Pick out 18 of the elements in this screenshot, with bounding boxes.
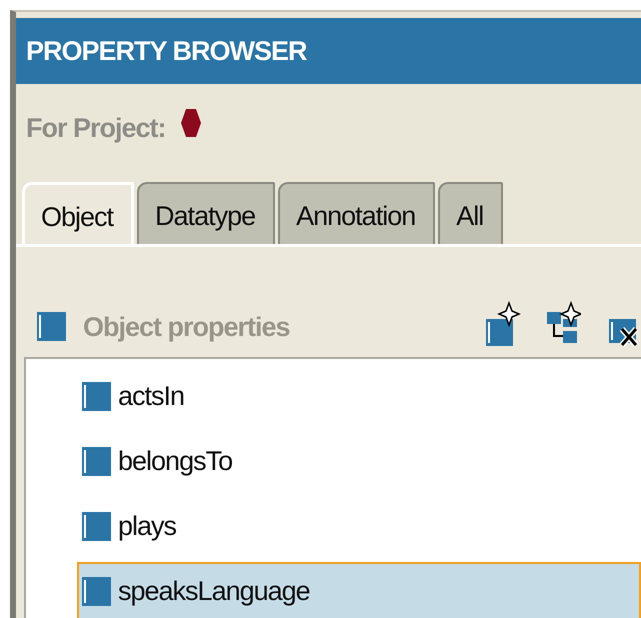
property-item[interactable]: speaksLanguage <box>77 562 641 618</box>
property-icon <box>81 576 112 606</box>
property-item[interactable]: belongsTo <box>77 432 641 490</box>
tab[interactable]: Datatype <box>137 182 276 244</box>
tab[interactable]: All <box>438 182 504 244</box>
section-title: Object properties <box>83 310 290 344</box>
panel-title: PROPERTY BROWSER <box>16 18 641 84</box>
tab[interactable]: Annotation <box>278 182 436 244</box>
project-icon <box>180 108 202 138</box>
property-item[interactable]: plays <box>77 497 641 555</box>
tab[interactable]: Object <box>22 182 134 244</box>
property-item[interactable]: actsIn <box>77 367 641 425</box>
property-icon <box>81 446 112 476</box>
property-icon <box>81 380 112 412</box>
add-property-icon[interactable] <box>485 301 521 347</box>
property-icon <box>36 311 67 342</box>
project-label: For Project: <box>26 112 166 145</box>
property-icon <box>81 510 112 542</box>
